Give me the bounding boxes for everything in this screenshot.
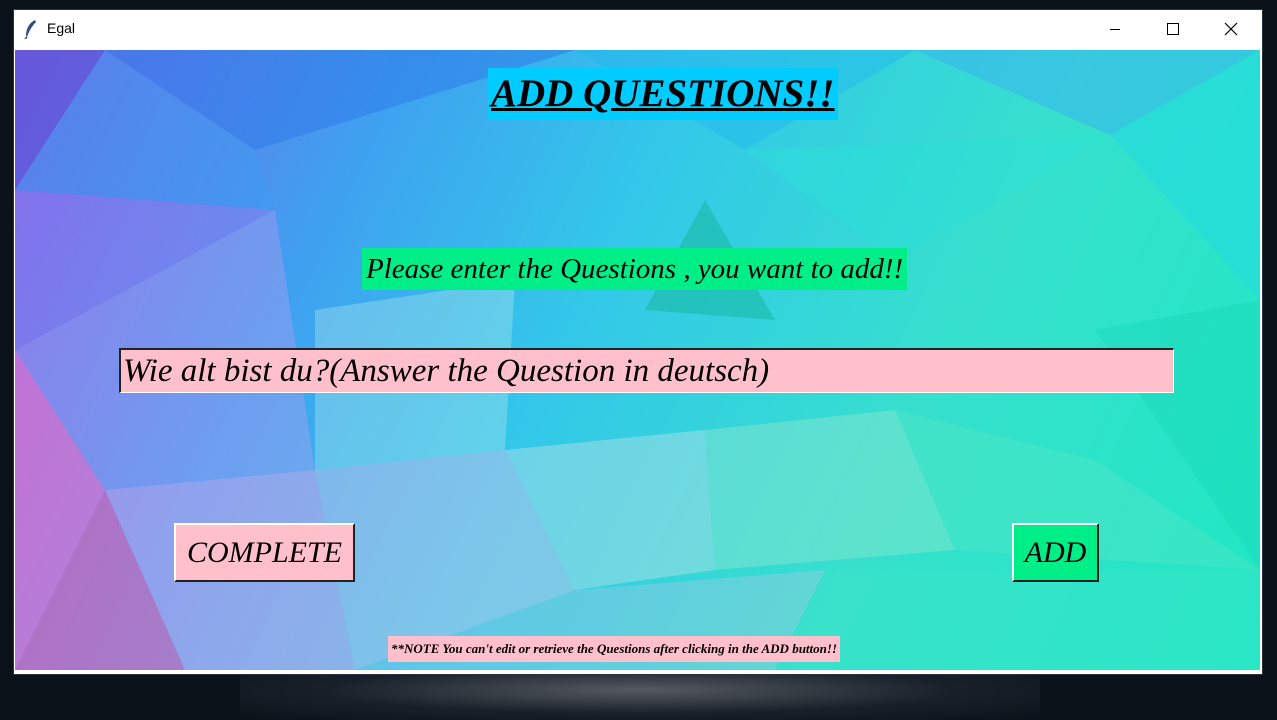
form-area: ADD QUESTIONS!! Please enter the Questio… (15, 50, 1260, 670)
app-window: Egal ADD QUESTIONS!! Please enter the Qu… (14, 10, 1262, 674)
question-input[interactable] (119, 348, 1174, 393)
minimize-button[interactable] (1086, 10, 1144, 48)
instruction-label: Please enter the Questions , you want to… (362, 248, 908, 290)
feather-icon (24, 20, 36, 39)
page-heading: ADD QUESTIONS!! (488, 68, 838, 120)
add-button[interactable]: ADD (1012, 523, 1099, 582)
title-bar[interactable]: Egal (14, 10, 1262, 48)
note-label: **NOTE You can't edit or retrieve the Qu… (388, 636, 840, 662)
minimize-icon (1110, 29, 1120, 30)
close-icon (1224, 22, 1238, 36)
complete-button[interactable]: COMPLETE (174, 523, 355, 582)
close-button[interactable] (1202, 10, 1260, 48)
maximize-icon (1167, 23, 1179, 35)
maximize-button[interactable] (1144, 10, 1202, 48)
window-title: Egal (47, 20, 76, 36)
